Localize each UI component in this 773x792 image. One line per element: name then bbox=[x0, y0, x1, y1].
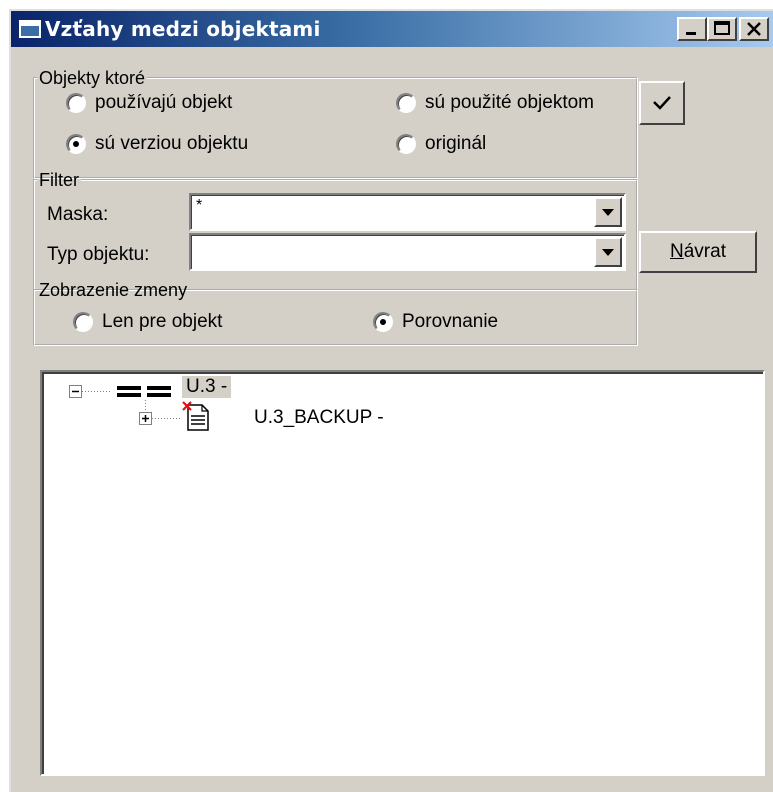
title-bar[interactable]: Vzťahy medzi objektami bbox=[11, 11, 773, 47]
minimize-icon bbox=[686, 32, 696, 35]
maximize-button[interactable] bbox=[707, 17, 737, 41]
objects-group-legend: Objekty ktoré bbox=[39, 68, 146, 88]
confirm-button[interactable] bbox=[639, 81, 685, 125]
back-button-mnemonic: N bbox=[670, 241, 684, 262]
back-button-label: ávrat bbox=[683, 241, 726, 262]
chevron-down-icon bbox=[602, 209, 614, 216]
tree-child-label[interactable]: U.3_BACKUP - bbox=[254, 407, 384, 429]
radio-label: sú verziou objektu bbox=[95, 133, 249, 154]
radio-original[interactable]: originál bbox=[396, 133, 486, 155]
radio-label: Len pre objekt bbox=[102, 311, 223, 332]
close-icon bbox=[747, 22, 761, 36]
minimize-button[interactable] bbox=[677, 17, 707, 41]
radio-label: používajú objekt bbox=[95, 92, 233, 113]
relations-tree[interactable]: U.3 - U.3_BACKUP - bbox=[40, 370, 765, 776]
dialog-window: Vzťahy medzi objektami Objekty ktoré pou… bbox=[9, 9, 773, 792]
radio-used-by-object[interactable]: sú použité objektom bbox=[396, 92, 594, 114]
object-type-label: Typ objektu: bbox=[47, 244, 150, 265]
mask-combobox[interactable]: * bbox=[189, 193, 626, 231]
checkmark-icon bbox=[653, 96, 671, 110]
maximize-icon bbox=[714, 21, 730, 35]
radio-circle bbox=[66, 93, 86, 113]
mask-label: Maska: bbox=[47, 204, 109, 225]
document-icon bbox=[182, 401, 209, 431]
display-change-legend: Zobrazenie zmeny bbox=[39, 280, 188, 300]
object-type-dropdown-button[interactable] bbox=[594, 237, 622, 267]
radio-label: originál bbox=[425, 133, 487, 154]
mask-dropdown-button[interactable] bbox=[594, 197, 622, 227]
radio-uses-object[interactable]: používajú objekt bbox=[66, 92, 232, 114]
radio-circle bbox=[73, 312, 93, 332]
close-button[interactable] bbox=[739, 17, 769, 41]
objects-group: Objekty ktoré bbox=[33, 69, 638, 179]
radio-comparison[interactable]: Porovnanie bbox=[373, 311, 498, 333]
tree-root-label[interactable]: U.3 - bbox=[182, 376, 232, 398]
equals-icon bbox=[117, 386, 171, 397]
window-title: Vzťahy medzi objektami bbox=[45, 17, 321, 41]
back-button[interactable]: Návrat bbox=[639, 231, 757, 273]
radio-circle-checked bbox=[66, 134, 86, 154]
filter-group: Filter bbox=[33, 171, 638, 291]
chevron-down-icon bbox=[602, 249, 614, 256]
object-type-combobox[interactable] bbox=[189, 233, 626, 271]
radio-circle-checked bbox=[373, 312, 393, 332]
radio-version-of-object[interactable]: sú verziou objektu bbox=[66, 133, 248, 155]
filter-group-legend: Filter bbox=[39, 170, 79, 190]
radio-circle bbox=[396, 134, 416, 154]
window-icon bbox=[19, 20, 41, 38]
mask-value: * bbox=[196, 197, 203, 214]
radio-object-only[interactable]: Len pre objekt bbox=[73, 311, 222, 333]
radio-circle bbox=[396, 93, 416, 113]
radio-label: sú použité objektom bbox=[425, 92, 594, 113]
radio-label: Porovnanie bbox=[402, 311, 499, 332]
